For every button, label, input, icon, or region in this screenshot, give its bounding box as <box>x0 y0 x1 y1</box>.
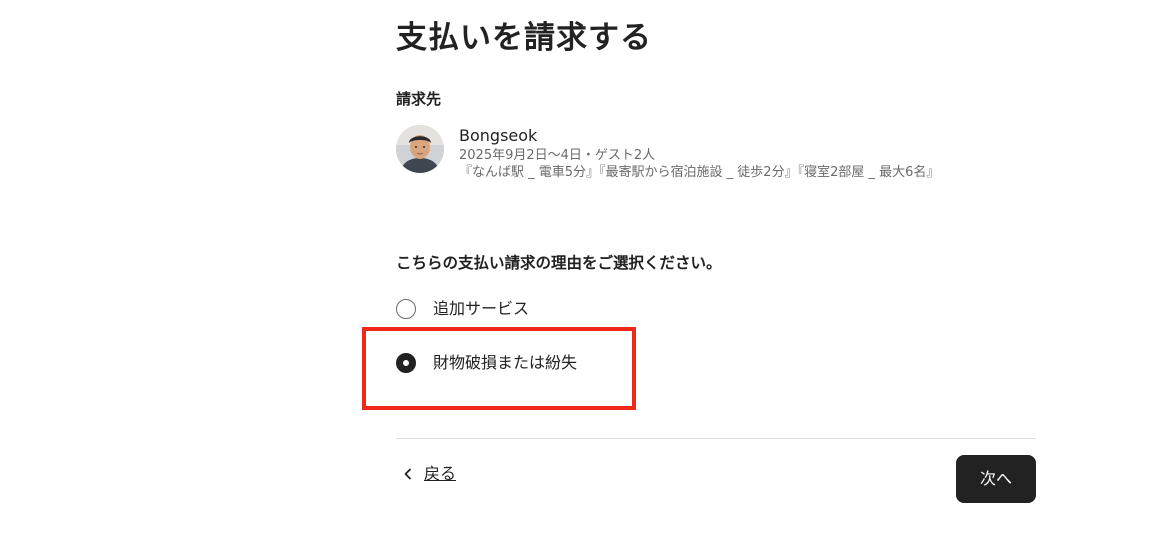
reason-question: こちらの支払い請求の理由をご選択ください。 <box>396 254 722 272</box>
divider <box>396 438 1036 439</box>
back-label: 戻る <box>424 464 457 483</box>
listing-title: 『なんば駅 _ 電車5分』『最寄駅から宿泊施設 _ 徒歩2分』『寝室2部屋 _ … <box>459 165 940 180</box>
back-link[interactable]: 戻る <box>402 463 456 485</box>
guest-card: Bongseok 2025年9月2日〜4日・ゲスト2人 『なんば駅 _ 電車5分… <box>396 125 1036 180</box>
stay-details: 2025年9月2日〜4日・ゲスト2人 <box>459 148 656 163</box>
reason-option-additional-service[interactable]: 追加サービス <box>396 297 529 321</box>
next-button[interactable]: 次へ <box>956 455 1036 503</box>
billing-label: 請求先 <box>396 90 442 108</box>
radio-button-unselected[interactable] <box>396 299 416 319</box>
chevron-left-icon <box>404 468 411 480</box>
avatar <box>396 125 444 173</box>
highlight-annotation-box <box>362 327 636 410</box>
avatar-photo-icon <box>396 125 444 173</box>
guest-name: Bongseok <box>459 126 538 145</box>
charge-request-page: 支払いを請求する 請求先 Bongseok 2025年9月2日〜4日・ゲスト2人… <box>0 0 1173 547</box>
option-label: 追加サービス <box>433 299 530 318</box>
page-title: 支払いを請求する <box>396 20 652 56</box>
